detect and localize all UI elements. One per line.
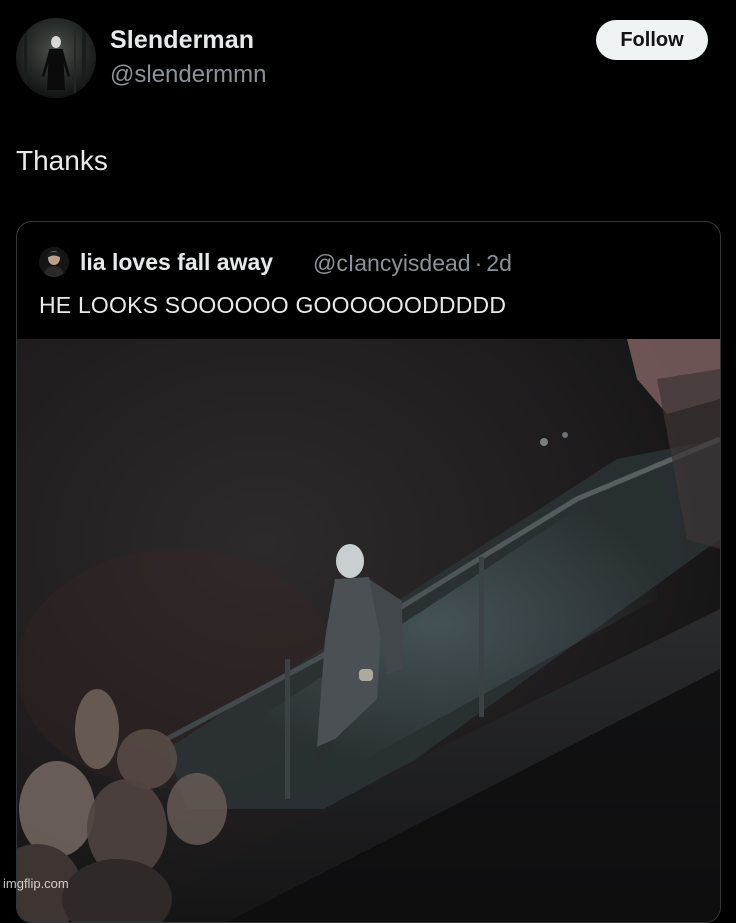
post-text: Thanks [16, 145, 108, 176]
slenderman-avatar-icon [16, 18, 96, 98]
quoted-author-meta: @cIancyisdead · 2d [313, 250, 512, 277]
follow-button[interactable]: Follow [596, 20, 708, 60]
quoted-author-display-name[interactable]: lia loves fall away [80, 249, 273, 276]
author-display-name[interactable]: Slenderman [110, 26, 254, 55]
person-avatar-icon [39, 247, 69, 277]
author-avatar[interactable] [16, 18, 96, 98]
meta-separator: · [474, 250, 483, 276]
quoted-post-media[interactable] [17, 339, 720, 922]
imgflip-watermark: imgflip.com [3, 876, 69, 891]
author-handle[interactable]: @slendermmn [110, 61, 266, 89]
quoted-post-time[interactable]: 2d [486, 250, 512, 276]
quoted-author-avatar[interactable] [39, 247, 69, 277]
quoted-post-text: HE LOOKS SOOOOOO GOOOOOODDDDD [39, 292, 507, 318]
quoted-author-handle[interactable]: @cIancyisdead [313, 250, 471, 276]
quoted-post-card[interactable]: lia loves fall away @cIancyisdead · 2d HE … [16, 221, 721, 923]
concert-photo-image [17, 339, 720, 922]
